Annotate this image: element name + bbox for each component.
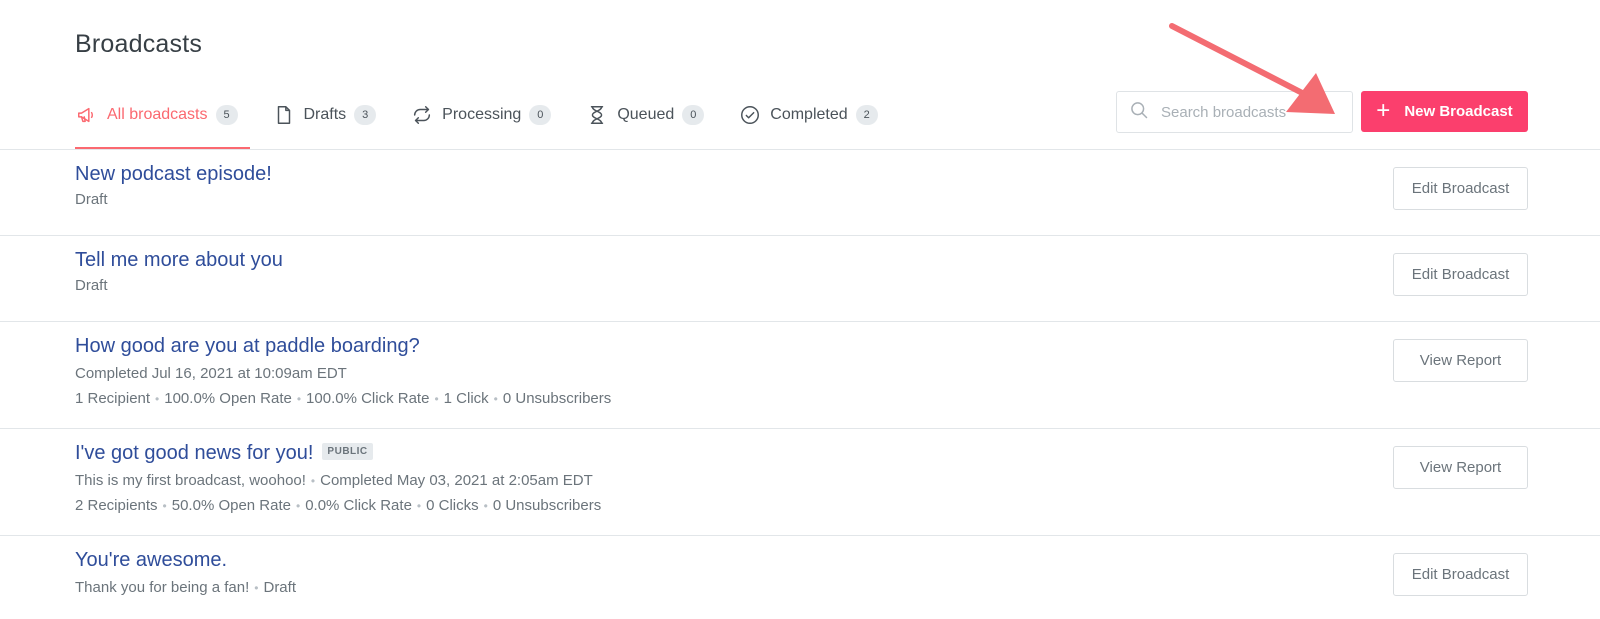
broadcast-description: This is my first broadcast, woohoo! [75,472,306,489]
broadcast-status-line: This is my first broadcast, woohoo! • Comp… [75,472,593,489]
broadcast-meta: Draft [75,277,108,294]
search-box[interactable] [1116,91,1353,133]
tab-label: Completed [770,106,848,123]
broadcast-title[interactable]: How good are you at paddle boarding? [75,335,420,358]
new-broadcast-label: New Broadcast [1404,103,1513,120]
new-broadcast-button[interactable]: + New Broadcast [1361,91,1528,132]
search-icon [1129,100,1149,125]
recipients-stat: 2 Recipients [75,497,158,514]
broadcast-title[interactable]: New podcast episode! [75,163,272,186]
broadcast-list: New podcast episode! Draft Edit Broadcas… [0,149,1600,619]
search-input[interactable] [1161,103,1341,121]
unsubscribers-stat: 0 Unsubscribers [502,390,612,407]
tab-label: Processing [442,106,522,123]
separator-dot: • [493,392,498,406]
separator-dot: • [296,499,301,513]
separator-dot: • [254,581,259,595]
tab-all-broadcasts[interactable]: All broadcasts 5 [75,100,238,130]
list-item: Tell me more about you Draft Edit Broadc… [0,235,1600,321]
tab-processing[interactable]: Processing 0 [410,100,552,130]
broadcast-status: Draft [75,191,108,208]
unsubscribers-stat: 0 Unsubscribers [492,497,602,514]
broadcast-status-line: Thank you for being a fan! • Draft [75,579,296,596]
broadcast-status: Completed Jul 16, 2021 at 10:09am EDT [75,365,347,382]
separator-dot: • [310,474,316,488]
broadcast-title-wrap: I've got good news for you! PUBLIC [75,442,373,465]
broadcast-tabs: All broadcasts 5 Drafts 3 Processing 0 Q… [75,100,912,150]
open-rate-stat: 50.0% Open Rate [171,497,291,514]
separator-dot: • [162,499,167,513]
broadcast-title[interactable]: Tell me more about you [75,249,283,272]
separator-dot: • [155,392,160,406]
public-badge: PUBLIC [322,443,373,461]
refresh-icon [410,103,434,127]
broadcast-status: Completed May 03, 2021 at 2:05am EDT [320,472,593,489]
clicks-stat: 0 Clicks [426,497,479,514]
view-report-button[interactable]: View Report [1393,339,1528,382]
broadcast-status-line: Completed Jul 16, 2021 at 10:09am EDT [75,365,347,382]
tab-count-badge: 3 [354,105,377,125]
plus-icon: + [1376,96,1391,124]
page-title: Broadcasts [75,30,203,58]
recipients-stat: 1 Recipient [75,390,151,407]
document-icon [272,103,296,127]
check-circle-icon [738,103,762,127]
list-item: I've got good news for you! PUBLIC This i… [0,428,1600,535]
click-rate-stat: 100.0% Click Rate [306,390,430,407]
open-rate-stat: 100.0% Open Rate [164,390,292,407]
edit-broadcast-button[interactable]: Edit Broadcast [1393,167,1528,210]
tab-count-badge: 5 [215,105,238,125]
list-item: How good are you at paddle boarding? Com… [0,321,1600,428]
broadcast-stats: 2 Recipients • 50.0% Open Rate • 0.0% Click … [75,497,601,514]
broadcast-status: Draft [75,277,108,294]
tab-drafts[interactable]: Drafts 3 [272,100,377,130]
edit-broadcast-button[interactable]: Edit Broadcast [1393,253,1528,296]
broadcast-stats: 1 Recipient • 100.0% Open Rate • 100.0% Clic… [75,390,611,407]
broadcast-title[interactable]: You're awesome. [75,549,227,572]
separator-dot: • [296,392,302,406]
tab-count-badge: 2 [855,105,878,125]
tab-label: Drafts [303,106,347,123]
tab-count-badge: 0 [529,105,552,125]
separator-dot: • [434,392,439,406]
megaphone-icon [75,103,99,127]
separator-dot: • [416,499,422,513]
tab-label: Queued [617,106,675,123]
tab-completed[interactable]: Completed 2 [738,100,878,130]
list-item: New podcast episode! Draft Edit Broadcas… [0,149,1600,235]
edit-broadcast-button[interactable]: Edit Broadcast [1393,553,1528,596]
list-item: You're awesome. Thank you for being a fa… [0,535,1600,619]
separator-dot: • [483,499,488,513]
click-rate-stat: 0.0% Click Rate [305,497,412,514]
clicks-stat: 1 Click [443,390,489,407]
broadcast-description: Thank you for being a fan! [75,579,250,596]
broadcast-status: Draft [263,579,296,596]
tab-queued[interactable]: Queued 0 [585,100,705,130]
tab-label: All broadcasts [107,106,208,123]
view-report-button[interactable]: View Report [1393,446,1528,489]
hourglass-icon [585,103,609,127]
tab-count-badge: 0 [682,105,705,125]
broadcast-meta: Draft [75,191,108,208]
broadcast-title[interactable]: I've got good news for you! [75,442,313,464]
